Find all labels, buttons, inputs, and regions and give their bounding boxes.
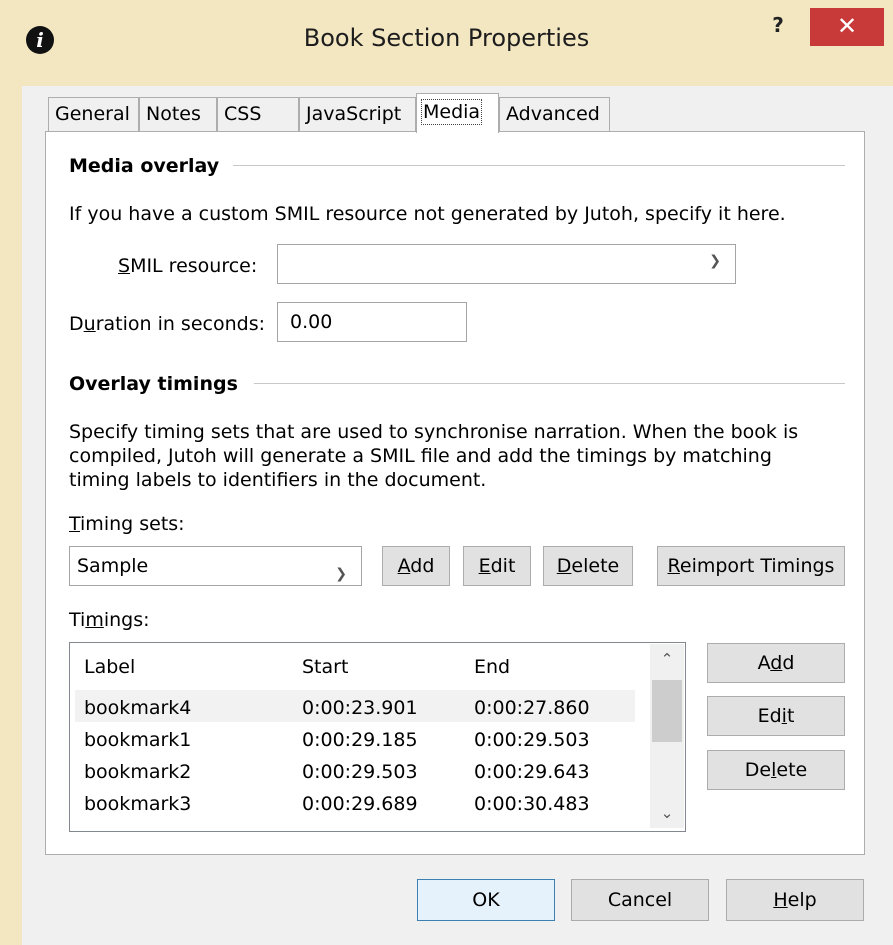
row-label: bookmark4 <box>84 697 192 719</box>
delete-timing-button[interactable]: Delete <box>707 750 845 790</box>
smil-resource-dropdown[interactable]: ❯ <box>277 244 736 284</box>
overlay-timings-heading: Overlay timings <box>69 373 238 395</box>
chevron-down-icon: ❯ <box>335 566 347 582</box>
media-overlay-description: If you have a custom SMIL resource not g… <box>69 203 786 225</box>
overlay-timings-description: Specify timing sets that are used to syn… <box>69 421 799 491</box>
row-label: bookmark2 <box>84 761 192 783</box>
row-end: 0:00:29.503 <box>474 729 590 751</box>
cancel-button[interactable]: Cancel <box>571 879 709 921</box>
tab-label: Advanced <box>506 103 600 125</box>
scroll-down-icon[interactable]: ⌄ <box>650 804 684 822</box>
tab-notes[interactable]: Notes <box>139 97 217 131</box>
duration-label: Duration in seconds: <box>69 313 265 335</box>
tab-advanced[interactable]: Advanced <box>499 97 610 131</box>
row-start: 0:00:29.185 <box>302 729 418 751</box>
delete-timing-set-button[interactable]: Delete <box>543 546 633 586</box>
row-label: bookmark3 <box>84 793 192 815</box>
edit-timing-button[interactable]: Edit <box>707 696 845 736</box>
add-timing-set-button[interactable]: Add <box>382 546 450 586</box>
row-start: 0:00:29.689 <box>302 793 418 815</box>
scrollbar-thumb[interactable] <box>652 680 682 742</box>
row-end: 0:00:30.483 <box>474 793 590 815</box>
row-start: 0:00:29.503 <box>302 761 418 783</box>
section-divider <box>254 383 845 384</box>
edit-timing-set-button[interactable]: Edit <box>463 546 531 586</box>
timing-set-value: Sample <box>77 555 149 577</box>
add-timing-button[interactable]: Add <box>707 643 845 683</box>
tab-media[interactable]: Media <box>416 93 499 133</box>
tab-label: JavaScript <box>306 103 402 125</box>
column-header-label[interactable]: Label <box>84 656 135 678</box>
tab-javascript[interactable]: JavaScript <box>299 97 416 131</box>
chevron-down-icon: ❯ <box>709 253 721 269</box>
timings-label: Timings: <box>69 609 150 631</box>
row-end: 0:00:29.643 <box>474 761 590 783</box>
timing-sets-label: Timing sets: <box>69 513 185 535</box>
tab-label: General <box>55 103 130 125</box>
scroll-up-icon[interactable]: ⌃ <box>650 650 684 668</box>
timing-set-dropdown[interactable]: Sample ❯ <box>69 546 362 586</box>
dialog-window: i Book Section Properties ? ✕ General No… <box>0 0 893 945</box>
row-start: 0:00:23.901 <box>302 697 418 719</box>
ok-button[interactable]: OK <box>417 879 555 921</box>
row-label: bookmark1 <box>84 729 192 751</box>
column-header-end[interactable]: End <box>474 656 510 678</box>
reimport-timings-button[interactable]: Reimport Timings <box>657 546 845 586</box>
help-button[interactable]: Help <box>726 879 864 921</box>
duration-input[interactable]: 0.00 <box>277 302 467 342</box>
column-header-start[interactable]: Start <box>302 656 348 678</box>
section-divider <box>233 165 845 166</box>
tab-label: Media <box>420 99 483 125</box>
tab-label: CSS <box>224 103 262 125</box>
media-overlay-heading: Media overlay <box>69 155 220 177</box>
smil-resource-label: SMIL resource: <box>118 255 258 277</box>
row-end: 0:00:27.860 <box>474 697 590 719</box>
tab-general[interactable]: General <box>48 97 139 131</box>
tab-css[interactable]: CSS <box>217 97 299 131</box>
help-titlebar-button[interactable]: ? <box>758 10 798 40</box>
tab-label: Notes <box>146 103 201 125</box>
close-button[interactable]: ✕ <box>810 8 884 46</box>
title-bar[interactable]: i Book Section Properties ? ✕ <box>0 0 893 82</box>
